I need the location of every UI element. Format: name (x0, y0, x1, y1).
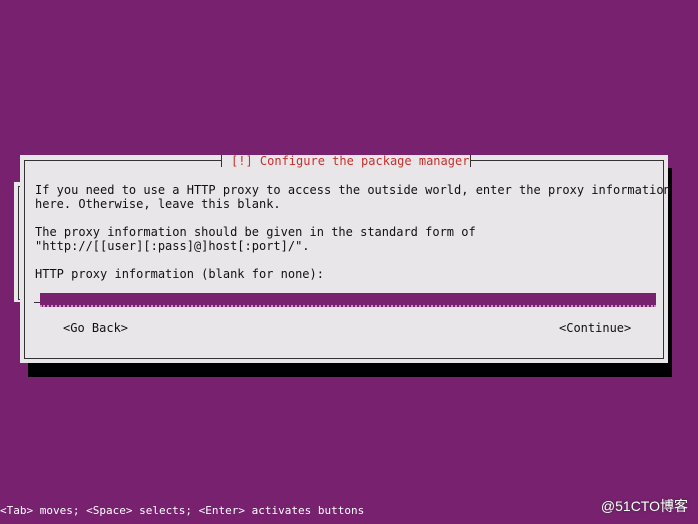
keyboard-hint-status-bar: <Tab> moves; <Space> selects; <Enter> ac… (0, 504, 365, 517)
watermark: @51CTO博客 (600, 498, 688, 514)
proxy-input-container[interactable] (40, 293, 660, 307)
title-divider-right (470, 155, 471, 167)
format-description-line-2: "http://[[user][:pass]@]host[:port]/". (35, 239, 310, 253)
dialog-title: [!] Configure the package manager (231, 154, 470, 168)
description-line-1: If you need to use a HTTP proxy to acces… (35, 183, 671, 197)
format-description-line-1: The proxy information should be given in… (35, 225, 476, 239)
description-line-2: here. Otherwise, leave this blank. (35, 197, 281, 211)
proxy-input[interactable] (40, 294, 660, 307)
dialog-frame-top-right (471, 160, 664, 161)
go-back-button[interactable]: <Go Back> (63, 321, 128, 335)
continue-button[interactable]: <Continue> (559, 321, 631, 335)
proxy-field-label: HTTP proxy information (blank for none): (35, 267, 324, 281)
title-divider-left (221, 155, 222, 167)
dialog-frame-top-left (24, 160, 221, 161)
configure-package-manager-dialog: [!] Configure the package manager If you… (20, 154, 671, 363)
